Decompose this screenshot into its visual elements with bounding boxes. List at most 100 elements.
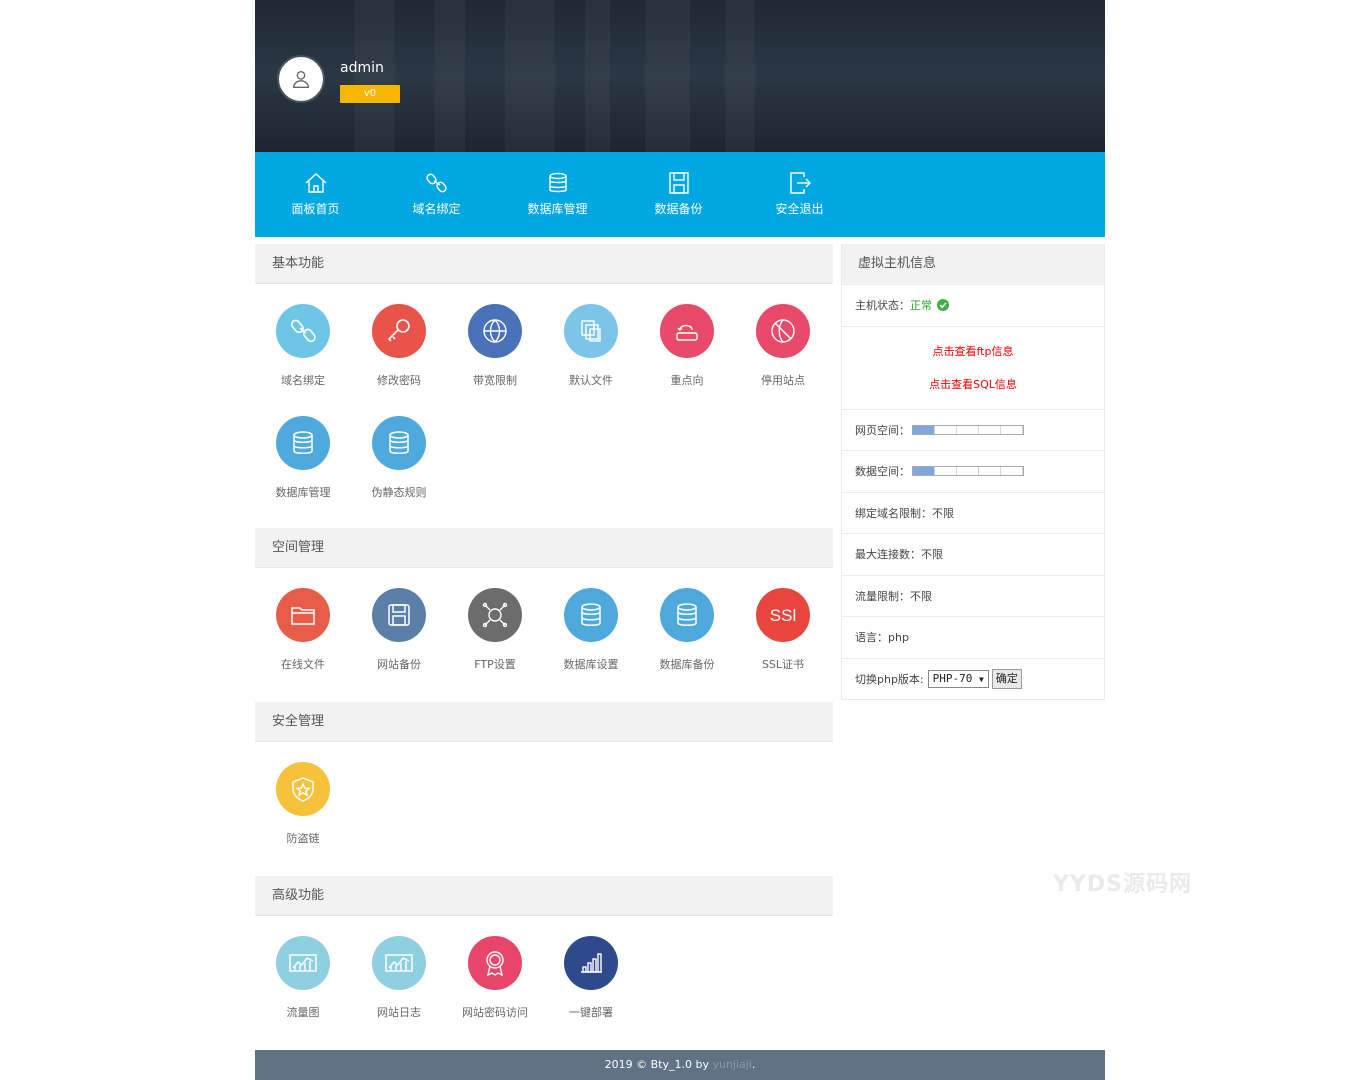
footer: 2019 © Bty_1.0 by yunjiaji. <box>255 1050 1105 1080</box>
bars-icon <box>564 936 618 990</box>
tile-site-password[interactable]: 网站密码访问 <box>447 936 543 1046</box>
section-security-grid: 防盗链 <box>255 742 833 876</box>
tile-database-settings[interactable]: 数据库设置 <box>543 588 639 698</box>
nav-backup[interactable]: 数据备份 <box>618 152 739 237</box>
ssl-icon: SSl <box>756 588 810 642</box>
ftp-info-link[interactable]: 点击查看ftp信息 <box>933 343 1014 359</box>
section-basic-grid: 域名绑定 修改密码 带宽限制 默认文件 重点向 停用站点 数据库管理 伪静态规则 <box>255 284 833 528</box>
host-info-title: 虚拟主机信息 <box>842 244 1104 284</box>
section-space-title: 空间管理 <box>255 528 833 568</box>
php-switch-row: 切换php版本: PHP-70 ▼ 确定 <box>842 657 1104 700</box>
tile-hotlink-protect[interactable]: 防盗链 <box>255 762 351 872</box>
connection-links: 点击查看ftp信息 点击查看SQL信息 <box>842 325 1104 409</box>
tile-traffic-chart[interactable]: 流量图 <box>255 936 351 1046</box>
database-icon <box>276 416 330 470</box>
host-status-label: 主机状态： <box>855 299 910 313</box>
db-space-label: 数据空间： <box>855 465 910 479</box>
user-level-badge: v0 <box>340 85 400 103</box>
web-space-row: 网页空间： <box>842 408 1104 451</box>
username: admin <box>340 60 384 76</box>
tile-database-manage[interactable]: 数据库管理 <box>255 416 351 526</box>
tile-disable-site[interactable]: 停用站点 <box>735 304 831 414</box>
tile-label: FTP设置 <box>474 658 516 671</box>
host-status-row: 主机状态： 正常 <box>842 284 1104 326</box>
save-icon <box>668 172 689 194</box>
main-panel: 基本功能 域名绑定 修改密码 带宽限制 默认文件 重点向 停用站点 数据库管理 … <box>255 244 833 1050</box>
tile-label: 重点向 <box>670 374 704 387</box>
tile-label: 防盗链 <box>286 832 320 845</box>
footer-text: 2019 © Bty_1.0 by <box>604 1058 709 1071</box>
tile-label: 数据库设置 <box>563 658 619 671</box>
tile-label: 域名绑定 <box>281 374 325 387</box>
logout-icon <box>789 172 811 194</box>
php-switch-label: 切换php版本: <box>855 672 924 686</box>
tile-label: 数据库管理 <box>275 486 331 499</box>
tile-label: 伪静态规则 <box>371 486 427 499</box>
host-info-panel: 虚拟主机信息 主机状态： 正常 点击查看ftp信息 点击查看SQL信息 网页空间… <box>841 244 1105 700</box>
tile-label: 数据库备份 <box>659 658 715 671</box>
folder-icon <box>276 588 330 642</box>
tile-label: 网站密码访问 <box>462 1006 528 1019</box>
tile-one-click-deploy[interactable]: 一键部署 <box>543 936 639 1046</box>
tile-label: 网站备份 <box>377 658 421 671</box>
database-icon <box>548 172 567 193</box>
database-icon <box>660 588 714 642</box>
footer-author-link[interactable]: yunjiaji <box>712 1058 751 1071</box>
tile-database-backup[interactable]: 数据库备份 <box>639 588 735 698</box>
home-icon <box>305 173 326 193</box>
php-version-select[interactable]: PHP-70 ▼ <box>927 669 989 688</box>
nav-backup-label: 数据备份 <box>654 202 703 216</box>
nav-logout[interactable]: 安全退出 <box>739 152 860 237</box>
tile-label: 停用站点 <box>761 374 805 387</box>
page: admin v0 面板首页 域名绑定 数据库管理 数据备份 安全退出 基本功能 <box>255 0 1105 1080</box>
tile-ssl-cert[interactable]: SSl SSL证书 <box>735 588 831 698</box>
nav-logout-label: 安全退出 <box>775 202 824 216</box>
tile-domain-bind[interactable]: 域名绑定 <box>255 304 351 414</box>
max-conn-row: 最大连接数：不限 <box>842 533 1104 575</box>
tile-label: 流量图 <box>286 1006 320 1019</box>
db-space-bar <box>912 466 1024 477</box>
database-icon <box>372 416 426 470</box>
tile-bandwidth-limit[interactable]: 带宽限制 <box>447 304 543 414</box>
tile-online-files[interactable]: 在线文件 <box>255 588 351 698</box>
web-space-label: 网页空间： <box>855 423 910 437</box>
tile-default-files[interactable]: 默认文件 <box>543 304 639 414</box>
tile-site-log[interactable]: 网站日志 <box>351 936 447 1046</box>
tile-redirect[interactable]: 重点向 <box>639 304 735 414</box>
nav-domain[interactable]: 域名绑定 <box>376 152 497 237</box>
badge-icon <box>468 936 522 990</box>
nav-database[interactable]: 数据库管理 <box>497 152 618 237</box>
floppy-icon <box>372 588 426 642</box>
key-icon <box>372 304 426 358</box>
shield-icon <box>276 762 330 816</box>
tile-label: 修改密码 <box>377 374 421 387</box>
files-icon <box>564 304 618 358</box>
nav-domain-label: 域名绑定 <box>412 202 461 216</box>
tile-ftp-settings[interactable]: FTP设置 <box>447 588 543 698</box>
tile-site-backup[interactable]: 网站备份 <box>351 588 447 698</box>
link-icon <box>276 304 330 358</box>
tile-rewrite-rules[interactable]: 伪静态规则 <box>351 416 447 526</box>
tile-label: 默认文件 <box>569 374 613 387</box>
check-icon <box>937 299 949 312</box>
tile-label: 带宽限制 <box>473 374 517 387</box>
avatar[interactable] <box>277 55 325 103</box>
php-version-value: PHP-70 <box>932 671 973 685</box>
section-security-title: 安全管理 <box>255 702 833 742</box>
nav-home[interactable]: 面板首页 <box>255 152 376 237</box>
nav-database-label: 数据库管理 <box>527 202 588 216</box>
globe-icon <box>468 304 522 358</box>
globe-block-icon <box>756 304 810 358</box>
header-banner: admin v0 <box>255 0 1105 152</box>
tile-change-password[interactable]: 修改密码 <box>351 304 447 414</box>
language-row: 语言：php <box>842 616 1104 658</box>
php-confirm-button[interactable]: 确定 <box>991 668 1022 689</box>
chart-icon <box>276 936 330 990</box>
tile-label: 一键部署 <box>569 1006 613 1019</box>
redirect-icon <box>660 304 714 358</box>
top-nav: 面板首页 域名绑定 数据库管理 数据备份 安全退出 <box>255 152 1105 237</box>
traffic-limit-row: 流量限制：不限 <box>842 574 1104 617</box>
sql-info-link[interactable]: 点击查看SQL信息 <box>929 376 1017 392</box>
watermark: YYDS源码网 <box>1053 872 1192 897</box>
user-icon <box>292 70 310 88</box>
